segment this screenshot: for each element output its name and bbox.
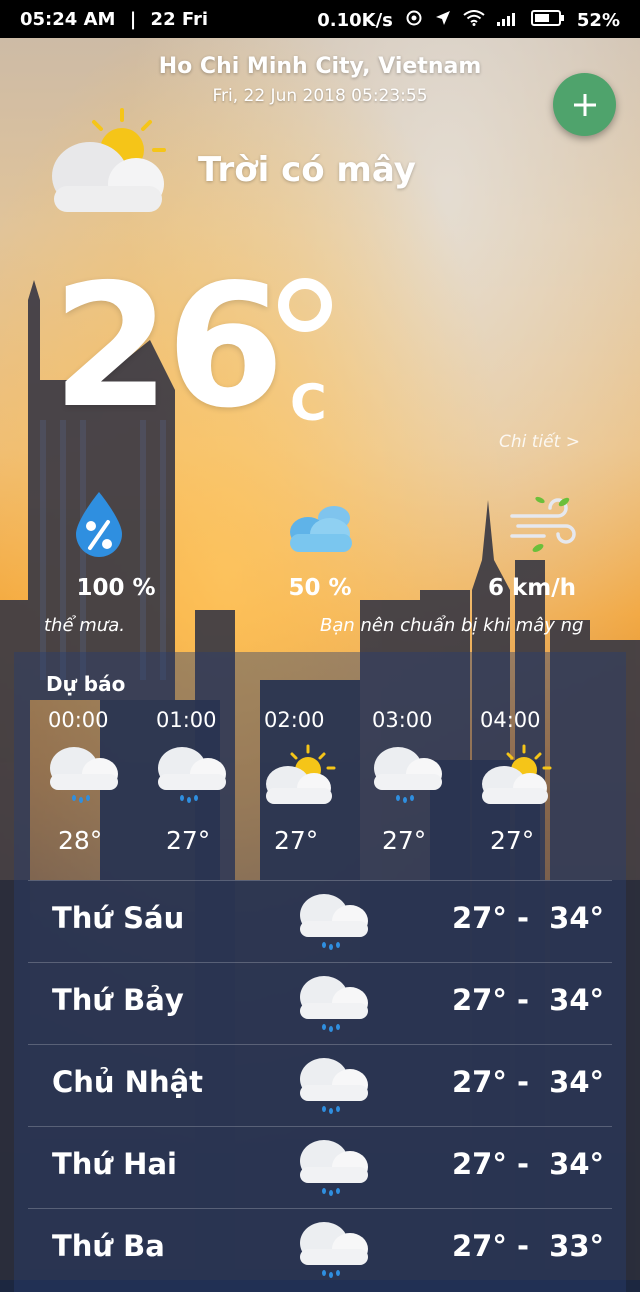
- day-name: Chủ Nhật: [52, 1065, 204, 1099]
- rain-drop-percent-icon: [72, 490, 126, 564]
- signal-icon: [496, 10, 519, 31]
- battery-percent: 52%: [576, 10, 620, 31]
- day-name: Thứ Bảy: [52, 983, 184, 1017]
- forecast-title: Dự báo: [46, 672, 126, 696]
- hour-temp: 27°: [382, 826, 427, 855]
- day-temp-range: 27° - 34°: [452, 983, 605, 1017]
- day-name: Thứ Hai: [52, 1147, 177, 1181]
- day-temp-range: 27° - 34°: [452, 1065, 605, 1099]
- cloud-cover-value: 50 %: [288, 575, 352, 601]
- rain-cloud-icon: [156, 744, 228, 812]
- day-temp-range: 27° - 34°: [452, 1147, 605, 1181]
- rain-cloud-icon: [48, 744, 120, 812]
- add-location-button[interactable]: [553, 73, 616, 136]
- rain-cloud-icon: [298, 1219, 370, 1287]
- forecast-panel: Dự báo 00:00 28° 01:00 27° 02:00 27° 03:…: [14, 652, 626, 1292]
- day-name: Thứ Ba: [52, 1229, 165, 1263]
- status-bar-left: 05:24 AM | 22 Fri: [20, 9, 208, 30]
- hour-temp: 28°: [58, 826, 103, 855]
- partly-cloudy-icon: [50, 106, 170, 220]
- wind-icon: [508, 494, 578, 560]
- plus-icon: [573, 93, 596, 116]
- hour-time: 00:00: [48, 708, 109, 732]
- rain-chance-value: 100 %: [76, 575, 156, 601]
- status-bar: 05:24 AM | 22 Fri 0.10K/s 52%: [0, 0, 640, 38]
- day-name: Thứ Sáu: [52, 901, 185, 935]
- partly-cloudy-icon: [480, 744, 552, 812]
- rain-cloud-icon: [298, 1055, 370, 1123]
- daily-row[interactable]: Chủ Nhật 27° - 34°: [28, 1044, 612, 1125]
- daily-row[interactable]: Thứ Sáu 27° - 34°: [28, 880, 612, 961]
- weather-condition: Trời có mây: [198, 150, 416, 190]
- status-bar-right: 0.10K/s 52%: [317, 9, 620, 32]
- cloud-note: Bạn nên chuẩn bị khi mây ng: [320, 615, 584, 636]
- battery-icon: [530, 10, 565, 31]
- hour-temp: 27°: [274, 826, 319, 855]
- wind-speed-value: 6 km/h: [487, 575, 577, 601]
- daily-row[interactable]: Thứ Hai 27° - 34°: [28, 1126, 612, 1207]
- rain-cloud-icon: [298, 1137, 370, 1205]
- cloud-icon: [286, 500, 356, 558]
- hour-temp: 27°: [166, 826, 211, 855]
- day-temp-range: 27° - 33°: [452, 1229, 605, 1263]
- wifi-icon: [463, 10, 485, 31]
- status-separator: |: [129, 9, 137, 30]
- degree-symbol: [278, 278, 332, 332]
- network-speed: 0.10K/s: [317, 10, 393, 31]
- status-date: 22 Fri: [150, 9, 209, 30]
- hour-time: 01:00: [156, 708, 217, 732]
- hour-temp: 27°: [490, 826, 535, 855]
- rain-cloud-icon: [298, 891, 370, 959]
- daily-row[interactable]: Thứ Bảy 27° - 34°: [28, 962, 612, 1043]
- update-datetime: Fri, 22 Jun 2018 05:23:55: [212, 86, 428, 106]
- daily-row[interactable]: Thứ Ba 27° - 33°: [28, 1208, 612, 1289]
- partly-cloudy-icon: [264, 744, 336, 812]
- details-link[interactable]: Chi tiết >: [499, 432, 580, 452]
- city-name[interactable]: Ho Chi Minh City, Vietnam: [0, 54, 640, 79]
- hour-time: 02:00: [264, 708, 325, 732]
- location-arrow-icon: [435, 10, 451, 31]
- rain-note: thể mưa.: [44, 615, 125, 636]
- rain-cloud-icon: [372, 744, 444, 812]
- hour-time: 03:00: [372, 708, 433, 732]
- status-time: 05:24 AM: [20, 9, 116, 30]
- hour-time: 04:00: [480, 708, 541, 732]
- temperature-unit: C: [290, 374, 327, 432]
- day-temp-range: 27° - 34°: [452, 901, 605, 935]
- sync-icon: [405, 9, 423, 32]
- current-temperature: 26: [52, 248, 285, 446]
- rain-cloud-icon: [298, 973, 370, 1041]
